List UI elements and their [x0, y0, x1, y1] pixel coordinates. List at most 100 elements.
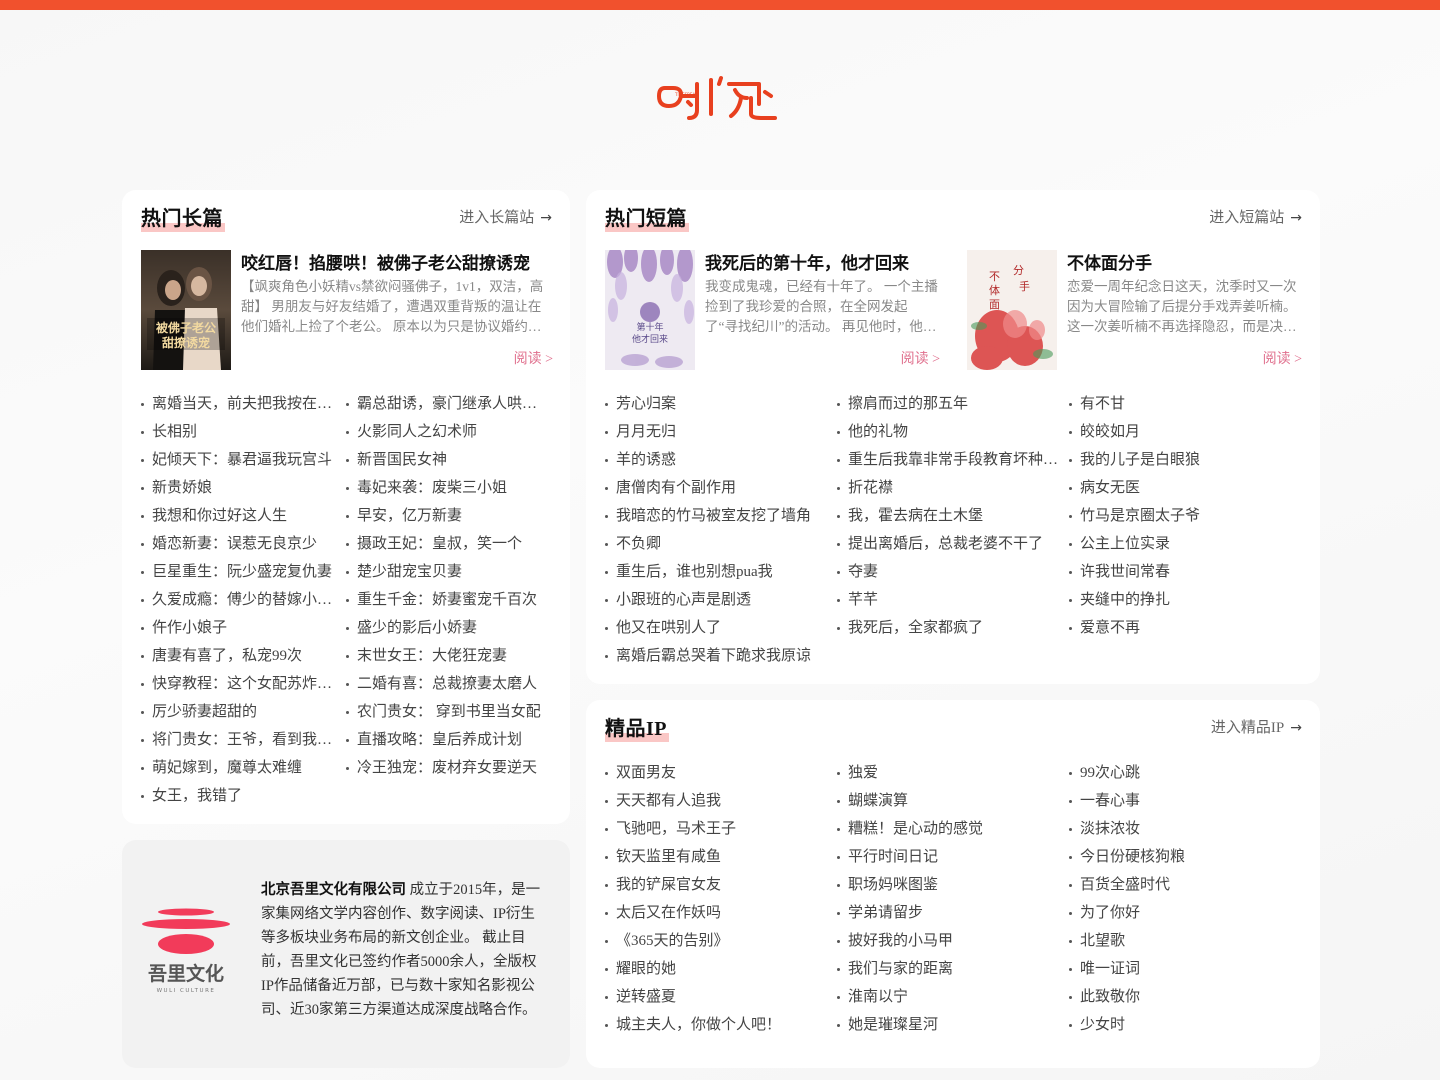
list-item[interactable]: 我死后，全家都疯了 — [837, 614, 1059, 642]
book-cover[interactable]: 不 体 面 分 手 — [967, 250, 1057, 370]
list-item[interactable]: 二婚有喜：总裁撩妻太磨人 — [346, 670, 542, 698]
list-item[interactable]: 我的儿子是白眼狼 — [1069, 446, 1291, 474]
list-item[interactable]: 提出离婚后，总裁老婆不干了 — [837, 530, 1059, 558]
list-item[interactable]: 女王，我错了 — [141, 782, 337, 810]
read-button[interactable]: 阅读 > — [1263, 350, 1302, 370]
list-item[interactable]: 我暗恋的竹马被室友挖了墙角 — [605, 502, 827, 530]
list-item[interactable]: 火影同人之幻术师 — [346, 418, 542, 446]
list-item[interactable]: 重生千金：娇妻蜜宠千百次 — [346, 586, 542, 614]
list-item[interactable]: 妃倾天下：暴君逼我玩宫斗 — [141, 446, 337, 474]
list-item[interactable]: 有不甘 — [1069, 390, 1291, 418]
book-cover[interactable]: 被佛子老公 甜撩诱宠 — [141, 250, 231, 370]
list-item[interactable]: 淮南以宁 — [837, 983, 1059, 1011]
list-item[interactable]: 逆转盛夏 — [605, 983, 827, 1011]
list-item[interactable]: 我们与家的距离 — [837, 955, 1059, 983]
list-item[interactable]: 盛少的影后小娇妻 — [346, 614, 542, 642]
list-item[interactable]: 夹缝中的挣扎 — [1069, 586, 1291, 614]
list-item[interactable]: 摄政王妃：皇叔，笑一个 — [346, 530, 542, 558]
list-item[interactable]: 巨星重生：阮少盛宠复仇妻 — [141, 558, 337, 586]
list-item[interactable]: 唐僧肉有个副作用 — [605, 474, 827, 502]
list-item[interactable]: 唐妻有喜了，私宠99次 — [141, 642, 337, 670]
list-item[interactable]: 新贵娇娘 — [141, 474, 337, 502]
enter-long-site-link[interactable]: 进入长篇站 → — [459, 207, 552, 229]
book-cover[interactable]: 第十年 他才回来 — [605, 250, 695, 370]
list-item[interactable]: 一春心事 — [1069, 787, 1291, 815]
list-item[interactable]: 重生后我靠非常手段教育坏种儿子 — [837, 446, 1059, 474]
list-item[interactable]: 芊芊 — [837, 586, 1059, 614]
list-item[interactable]: 淡抹浓妆 — [1069, 815, 1291, 843]
read-button[interactable]: 阅读 > — [514, 350, 553, 370]
list-item[interactable]: 少女时 — [1069, 1011, 1291, 1039]
list-item[interactable]: 为了你好 — [1069, 899, 1291, 927]
list-item[interactable]: 职场妈咪图鉴 — [837, 871, 1059, 899]
list-item[interactable]: 久爱成瘾：傅少的替嫁小娇妻 — [141, 586, 337, 614]
featured-short-book[interactable]: 不 体 面 分 手 不体面分手 恋爱一周年纪念日这天，沈季时又一次因为大冒险输了… — [967, 250, 1302, 370]
list-item[interactable]: 芳心归案 — [605, 390, 827, 418]
list-item[interactable]: 重生后，谁也别想pua我 — [605, 558, 827, 586]
list-item[interactable]: 平行时间日记 — [837, 843, 1059, 871]
brand-logo[interactable]: TIMESREAD — [655, 74, 787, 126]
list-item[interactable]: 蝴蝶演算 — [837, 787, 1059, 815]
book-title[interactable]: 不体面分手 — [1067, 253, 1152, 275]
list-item[interactable]: 耀眼的她 — [605, 955, 827, 983]
list-item[interactable]: 冷王独宠：废材弃女要逆天 — [346, 754, 542, 782]
list-item[interactable]: 毒妃来袭：废柴三小姐 — [346, 474, 542, 502]
list-item[interactable]: 新晋国民女神 — [346, 446, 542, 474]
featured-long-book[interactable]: 被佛子老公 甜撩诱宠 咬红唇！掐腰哄！被佛子老公甜撩诱宠 【飒爽角色小妖精vs禁… — [141, 250, 553, 370]
list-item[interactable]: 披好我的小马甲 — [837, 927, 1059, 955]
list-item[interactable]: 厉少骄妻超甜的 — [141, 698, 337, 726]
list-item[interactable]: 他的礼物 — [837, 418, 1059, 446]
list-item[interactable]: 离婚当天，前夫把我按在民政局 — [141, 390, 337, 418]
list-item[interactable]: 将门贵女：王爷，看到我刀了吗 — [141, 726, 337, 754]
list-item[interactable]: 我的铲屎官女友 — [605, 871, 827, 899]
list-item[interactable]: 我，霍去病在土木堡 — [837, 502, 1059, 530]
list-item[interactable]: 直播攻略：皇后养成计划 — [346, 726, 542, 754]
list-item[interactable]: 羊的诱惑 — [605, 446, 827, 474]
list-item[interactable]: 婚恋新妻：误惹无良京少 — [141, 530, 337, 558]
list-item[interactable]: 长相别 — [141, 418, 337, 446]
list-item[interactable]: 竹马是京圈太子爷 — [1069, 502, 1291, 530]
list-item[interactable]: 夺妻 — [837, 558, 1059, 586]
list-item[interactable]: 农门贵女： 穿到书里当女配 — [346, 698, 542, 726]
list-item[interactable]: 我想和你过好这人生 — [141, 502, 337, 530]
list-item[interactable]: 许我世间常春 — [1069, 558, 1291, 586]
book-title[interactable]: 咬红唇！掐腰哄！被佛子老公甜撩诱宠 — [241, 253, 530, 275]
list-item[interactable]: 北望歌 — [1069, 927, 1291, 955]
list-item[interactable]: 早安，亿万新妻 — [346, 502, 542, 530]
list-item[interactable]: 皎皎如月 — [1069, 418, 1291, 446]
list-item[interactable]: 天天都有人追我 — [605, 787, 827, 815]
book-title[interactable]: 我死后的第十年，他才回来 — [705, 253, 909, 275]
list-item[interactable]: 99次心跳 — [1069, 759, 1291, 787]
list-item[interactable]: 唯一证词 — [1069, 955, 1291, 983]
list-item[interactable]: 仵作小娘子 — [141, 614, 337, 642]
list-item[interactable]: 霸总甜诱，豪门继承人哄我入怀 — [346, 390, 542, 418]
list-item[interactable]: 离婚后霸总哭着下跪求我原谅 — [605, 642, 827, 670]
list-item[interactable]: 她是璀璨星河 — [837, 1011, 1059, 1039]
list-item[interactable]: 楚少甜宠宝贝妻 — [346, 558, 542, 586]
list-item[interactable]: 他又在哄别人了 — [605, 614, 827, 642]
list-item[interactable]: 末世女王：大佬狂宠妻 — [346, 642, 542, 670]
list-item[interactable]: 此致敬你 — [1069, 983, 1291, 1011]
read-button[interactable]: 阅读 > — [901, 350, 940, 370]
list-item[interactable]: 糟糕！是心动的感觉 — [837, 815, 1059, 843]
enter-short-site-link[interactable]: 进入短篇站 → — [1209, 207, 1302, 229]
list-item[interactable]: 萌妃嫁到，魔尊太难缠 — [141, 754, 337, 782]
list-item[interactable]: 爱意不再 — [1069, 614, 1291, 642]
list-item[interactable]: 城主夫人，你做个人吧！ — [605, 1011, 827, 1039]
list-item[interactable]: 飞驰吧，马术王子 — [605, 815, 827, 843]
list-item[interactable]: 月月无归 — [605, 418, 827, 446]
list-item[interactable]: 双面男友 — [605, 759, 827, 787]
list-item[interactable]: 小跟班的心声是剧透 — [605, 586, 827, 614]
enter-ip-link[interactable]: 进入精品IP → — [1211, 717, 1302, 739]
featured-short-book[interactable]: 第十年 他才回来 我死后的第十年，他才回来 我变成鬼魂，已经有十年了。 一个主播… — [605, 250, 940, 370]
list-item[interactable]: 学弟请留步 — [837, 899, 1059, 927]
list-item[interactable]: 公主上位实录 — [1069, 530, 1291, 558]
list-item[interactable]: 病女无医 — [1069, 474, 1291, 502]
list-item[interactable]: 折花襟 — [837, 474, 1059, 502]
list-item[interactable]: 快穿教程：这个女配苏炸了！ — [141, 670, 337, 698]
list-item[interactable]: 百货全盛时代 — [1069, 871, 1291, 899]
list-item[interactable]: 今日份硬核狗粮 — [1069, 843, 1291, 871]
list-item[interactable]: 擦肩而过的那五年 — [837, 390, 1059, 418]
list-item[interactable]: 钦天监里有咸鱼 — [605, 843, 827, 871]
list-item[interactable]: 太后又在作妖吗 — [605, 899, 827, 927]
